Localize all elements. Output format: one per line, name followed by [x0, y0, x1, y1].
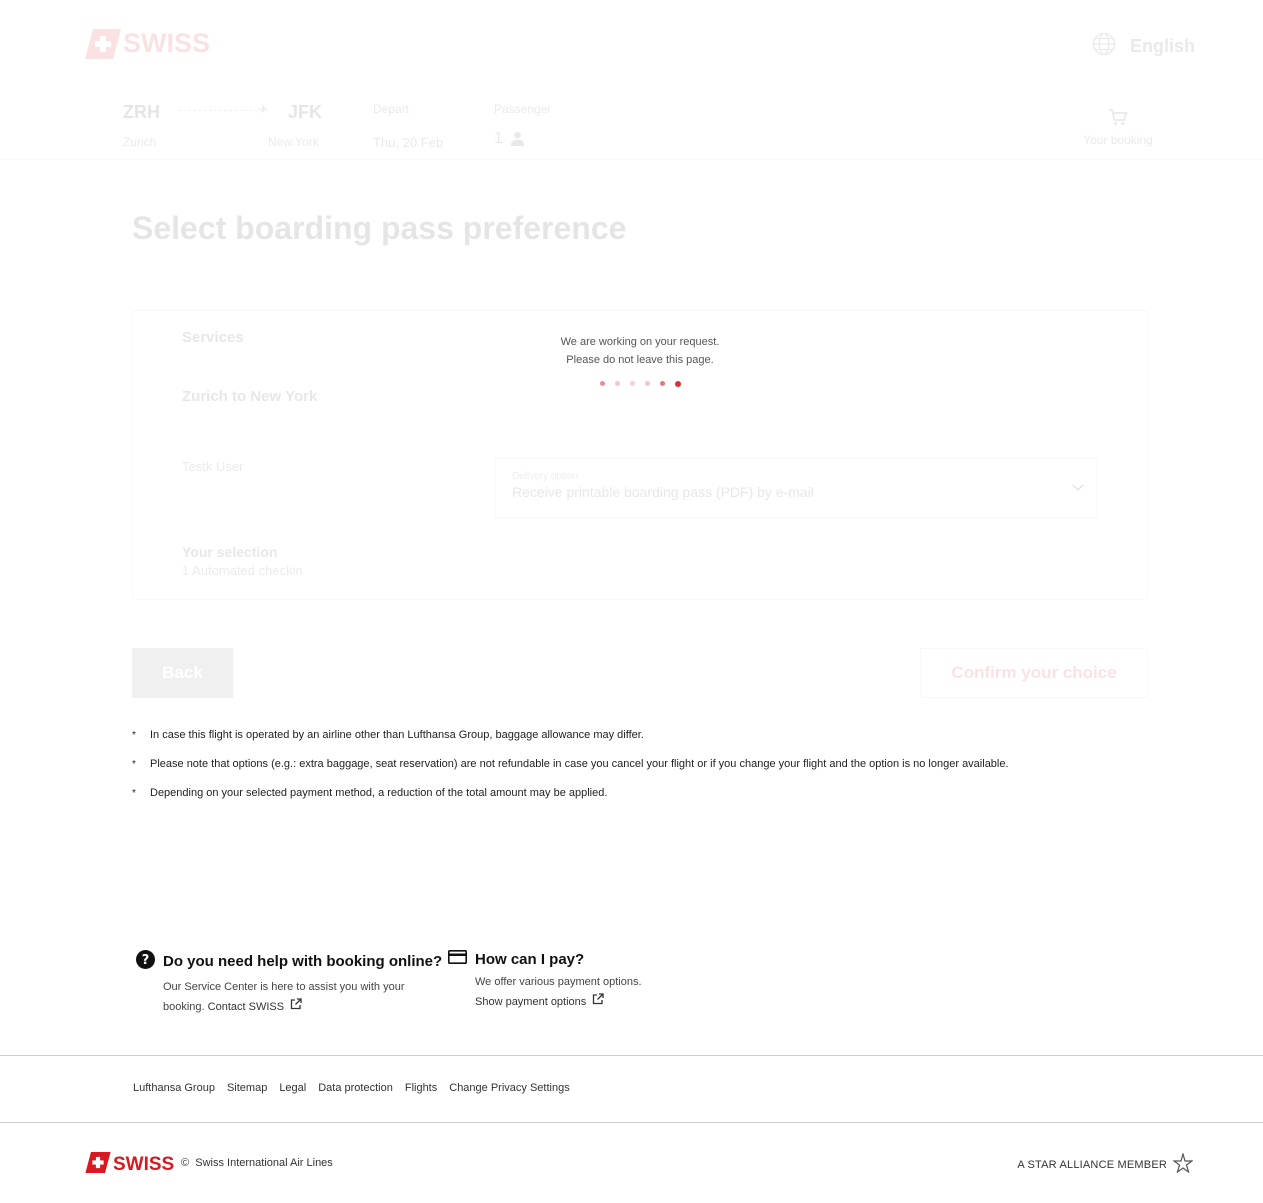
route-line [178, 110, 268, 111]
delivery-option-value: Receive printable boarding pass (PDF) by… [512, 484, 814, 500]
footnote: * In case this flight is operated by an … [132, 729, 1132, 758]
star-alliance-icon [1172, 1151, 1194, 1176]
passenger-count: 1 [494, 130, 503, 147]
passenger-name: Testk User [182, 459, 244, 474]
footnote-marker: * [132, 788, 136, 799]
footer-link-privacy-settings[interactable]: Change Privacy Settings [449, 1082, 569, 1094]
route-heading: Zurich to New York [182, 388, 318, 405]
loading-indicator: We are working on your request. Please d… [520, 333, 760, 387]
footer-link-legal[interactable]: Legal [279, 1082, 306, 1094]
loading-message-1: We are working on your request. [560, 336, 720, 348]
external-link-icon [592, 992, 604, 1012]
show-payment-options-link[interactable]: Show payment options [475, 992, 604, 1012]
footer-link-sitemap[interactable]: Sitemap [227, 1082, 267, 1094]
your-booking-button[interactable]: Your booking [1078, 108, 1158, 147]
depart-label: Depart [373, 102, 410, 116]
contact-swiss-label: Contact SWISS [207, 1001, 285, 1013]
passenger-label: Passenger [494, 102, 552, 116]
your-selection-label: Your selection [182, 544, 278, 560]
payment-help: How can I pay? We offer various payment … [448, 950, 642, 1012]
copyright-text: Swiss International Air Lines [195, 1157, 333, 1169]
brand-name: SWISS [123, 28, 211, 58]
footnote: * Depending on your selected payment met… [132, 787, 1132, 816]
footer-swiss-logo[interactable]: SWISS [85, 1152, 174, 1178]
copyright: © Swiss International Air Lines [181, 1157, 333, 1169]
footnote: * Please note that options (e.g.: extra … [132, 758, 1132, 787]
cart-icon [1108, 109, 1128, 130]
language-label: English [1129, 36, 1195, 56]
loading-dot [599, 381, 605, 386]
loading-dot [614, 381, 620, 386]
language-selector[interactable]: English [1092, 32, 1195, 61]
delivery-option-label: Delivery option [512, 471, 579, 482]
loading-dot [659, 381, 665, 386]
back-button[interactable]: Back [132, 648, 233, 698]
show-payment-options-label: Show payment options [475, 996, 587, 1008]
loading-dots [520, 380, 760, 387]
loading-message-2: Please do not leave this page. [566, 354, 714, 366]
contact-swiss-link[interactable]: Contact SWISS [208, 997, 302, 1017]
footnote-text: In case this flight is operated by an ai… [150, 729, 644, 741]
delivery-option-select[interactable]: Delivery option Receive printable boardi… [495, 458, 1097, 518]
loading-dot [629, 381, 635, 386]
globe-icon [1092, 32, 1116, 61]
swiss-flag-icon [85, 1152, 111, 1178]
destination-code: JFK [288, 102, 323, 122]
booking-help: ? Do you need help with booking online? … [136, 950, 442, 1017]
copyright-symbol: © [181, 1157, 190, 1169]
footnote-text: Depending on your selected payment metho… [150, 787, 608, 799]
confirm-choice-button[interactable]: Confirm your choice [920, 648, 1148, 698]
loading-dot [674, 380, 681, 387]
swiss-flag-icon [85, 28, 121, 59]
destination-city: New York [268, 135, 319, 149]
footer-link-data-protection[interactable]: Data protection [318, 1082, 393, 1094]
footer-divider [0, 1122, 1263, 1123]
payment-help-title: How can I pay? [475, 950, 585, 968]
external-link-icon [290, 997, 302, 1017]
question-icon: ? [136, 950, 155, 973]
footnotes: * In case this flight is operated by an … [132, 729, 1132, 816]
star-alliance-label: A STAR ALLIANCE MEMBER [1017, 1158, 1167, 1171]
chevron-down-icon [1072, 479, 1084, 497]
footnote-text: Please note that options (e.g.: extra ba… [150, 758, 1009, 770]
origin-city: Zurich [123, 135, 157, 149]
booking-help-text: Our Service Center is here to assist you… [163, 981, 405, 993]
footer-links: Lufthansa Group Sitemap Legal Data prote… [133, 1082, 570, 1094]
booking-help-text-2: booking. [163, 1001, 205, 1013]
person-icon [511, 131, 524, 151]
page-title: Select boarding pass preference [132, 210, 627, 246]
payment-help-text: We offer various payment options. [475, 976, 642, 988]
trip-summary [0, 92, 1263, 160]
footnote-marker: * [132, 730, 136, 741]
credit-card-icon [448, 950, 467, 968]
your-booking-label: Your booking [1083, 133, 1153, 147]
footer-link-flights[interactable]: Flights [405, 1082, 437, 1094]
your-selection-value: 1 Automated checkin [182, 563, 303, 578]
footer-divider [0, 1055, 1263, 1056]
header: SWISS English [0, 0, 1263, 92]
services-heading: Services [182, 329, 244, 346]
footer-link-lufthansa-group[interactable]: Lufthansa Group [133, 1082, 215, 1094]
star-alliance-badge[interactable]: A STAR ALLIANCE MEMBER [1017, 1151, 1194, 1176]
footnote-marker: * [132, 759, 136, 770]
plane-icon: ✈ [258, 102, 269, 116]
swiss-logo[interactable]: SWISS [85, 28, 210, 59]
loading-dot [644, 381, 650, 386]
depart-date: Thu, 20 Feb [373, 135, 444, 150]
origin-code: ZRH [123, 102, 160, 122]
footer-brand-name: SWISS [113, 1154, 175, 1175]
booking-help-title: Do you need help with booking online? [163, 953, 443, 970]
svg-text:?: ? [142, 953, 150, 968]
